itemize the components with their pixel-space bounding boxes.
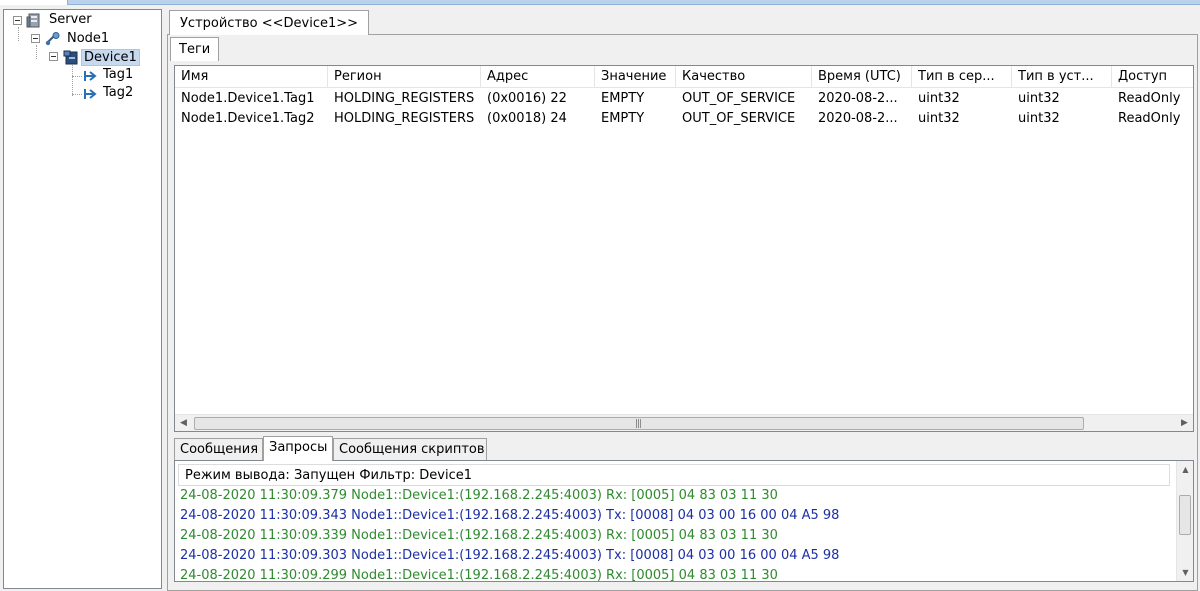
cell-address: (0x0018) 24 [487,111,567,126]
table-row[interactable]: Node1.Device1.Tag2 HOLDING_REGISTERS (0x… [175,109,1193,129]
log-line: 24-08-2020 11:30:09.343 Node1::Device1:(… [180,508,840,523]
tab-device-document[interactable]: Устройство <<Device1>> [169,10,370,35]
cell-server-type: uint32 [918,91,960,106]
tree-item-node[interactable]: Node1 [67,31,109,46]
cell-region: HOLDING_REGISTERS [334,111,475,126]
cell-server-type: uint32 [918,111,960,126]
cell-device-type: uint32 [1018,91,1060,106]
device-icon [63,50,78,65]
tab-script-messages[interactable]: Сообщения скриптов [333,438,487,460]
document-body: Теги Имя Регион Адрес Значение Качество … [167,34,1198,591]
scroll-right-icon[interactable]: ▶ [1176,415,1193,431]
log-status-bar: Режим вывода: Запущен Фильтр: Device1 [178,464,1170,486]
server-icon [26,13,40,28]
scroll-down-icon[interactable]: ▼ [1177,564,1193,581]
log-line: 24-08-2020 11:30:09.299 Node1::Device1:(… [180,568,778,582]
cell-quality: OUT_OF_SERVICE [682,111,796,126]
column-header-device-type[interactable]: Тип в уст... [1012,66,1112,88]
scrollbar-thumb[interactable]: ||| [194,417,1084,430]
log-vertical-scrollbar[interactable]: ▲ ▼ [1176,461,1193,581]
cell-device-type: uint32 [1018,111,1060,126]
cell-access: ReadOnly [1118,91,1181,106]
top-strip [0,0,1200,5]
log-line: 24-08-2020 11:30:09.303 Node1::Device1:(… [180,548,840,563]
tree-connector [18,27,19,41]
log-line: 24-08-2020 11:30:09.339 Node1::Device1:(… [180,528,778,543]
column-header-name[interactable]: Имя [175,66,328,88]
node-icon [45,32,60,46]
tags-table[interactable]: Имя Регион Адрес Значение Качество Время… [174,65,1194,432]
project-tree[interactable]: Server Node1 Device1 Tag1 Tag2 [3,9,162,589]
cell-name: Node1.Device1.Tag1 [181,91,315,106]
cell-name: Node1.Device1.Tag2 [181,111,315,126]
scroll-left-icon[interactable]: ◀ [175,415,192,431]
cell-quality: OUT_OF_SERVICE [682,91,796,106]
tab-messages[interactable]: Сообщения [174,438,263,460]
tag-arrow-icon [84,71,97,81]
column-header-region[interactable]: Регион [328,66,481,88]
node-expander[interactable] [31,34,40,43]
tree-item-tag2[interactable]: Tag2 [103,85,133,100]
tree-item-device[interactable]: Device1 [81,49,140,66]
log-line: 24-08-2020 11:30:09.379 Node1::Device1:(… [180,488,778,503]
cell-region: HOLDING_REGISTERS [334,91,475,106]
column-header-time[interactable]: Время (UTC) [812,66,912,88]
app-window: Server Node1 Device1 Tag1 Tag2 Устройств… [0,0,1200,591]
tree-item-tag1[interactable]: Tag1 [103,67,133,82]
tag-arrow-icon [84,89,97,99]
server-expander[interactable] [13,16,22,25]
tree-connector [72,65,73,96]
tree-connector [72,76,82,77]
column-header-value[interactable]: Значение [595,66,676,88]
cell-time: 2020-08-2... [818,111,898,126]
tab-tags[interactable]: Теги [170,37,220,61]
cell-time: 2020-08-2... [818,91,898,106]
table-horizontal-scrollbar[interactable]: ◀ ||| ▶ [175,414,1193,431]
cell-address: (0x0016) 22 [487,91,567,106]
tree-connector [36,45,37,59]
tree-connector [72,94,82,95]
cell-value: EMPTY [601,111,645,126]
table-header: Имя Регион Адрес Значение Качество Время… [175,66,1193,88]
column-header-address[interactable]: Адрес [481,66,595,88]
scroll-grip-icon: ||| [635,419,642,429]
tab-requests[interactable]: Запросы [263,436,333,461]
request-log[interactable]: Режим вывода: Запущен Фильтр: Device1 24… [174,460,1194,582]
document-area: Устройство <<Device1>> Теги Имя Регион А… [167,8,1198,591]
top-strip-tab[interactable] [0,0,68,5]
cell-value: EMPTY [601,91,645,106]
tree-item-server[interactable]: Server [49,12,92,27]
scrollbar-thumb[interactable] [1179,495,1191,535]
scroll-up-icon[interactable]: ▲ [1177,461,1193,478]
cell-access: ReadOnly [1118,111,1181,126]
column-header-server-type[interactable]: Тип в сер... [912,66,1012,88]
column-header-quality[interactable]: Качество [676,66,812,88]
table-row[interactable]: Node1.Device1.Tag1 HOLDING_REGISTERS (0x… [175,89,1193,109]
column-header-access[interactable]: Доступ [1112,66,1193,88]
device-expander[interactable] [49,52,58,61]
